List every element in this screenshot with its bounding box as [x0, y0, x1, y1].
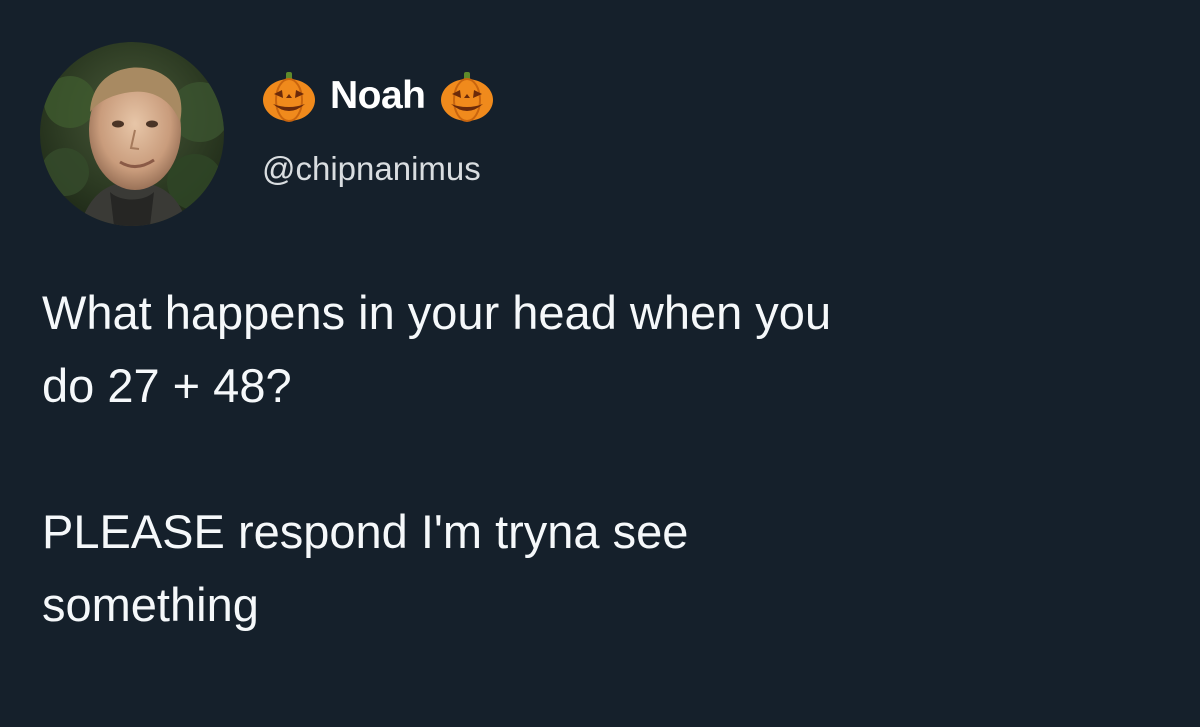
author-handle[interactable]: @chipnanimus	[262, 150, 481, 188]
tweet-text-line: something	[42, 578, 259, 631]
author-display-name[interactable]: Noah	[330, 74, 426, 118]
jack-o-lantern-icon	[440, 72, 493, 122]
tweet-card: Noah @chipnanimus What happens in your h…	[0, 0, 1200, 727]
tweet-text-line: do 27 + 48?	[42, 359, 292, 412]
jack-o-lantern-icon	[263, 72, 315, 122]
author-name-row[interactable]: Noah	[262, 68, 494, 124]
tweet-text-line: What happens in your head when you	[42, 286, 832, 339]
avatar-image	[40, 42, 224, 226]
tweet-text: What happens in your head when you do 27…	[42, 276, 1162, 641]
tweet-text-line: PLEASE respond I'm tryna see	[42, 505, 689, 558]
avatar[interactable]	[40, 42, 224, 226]
